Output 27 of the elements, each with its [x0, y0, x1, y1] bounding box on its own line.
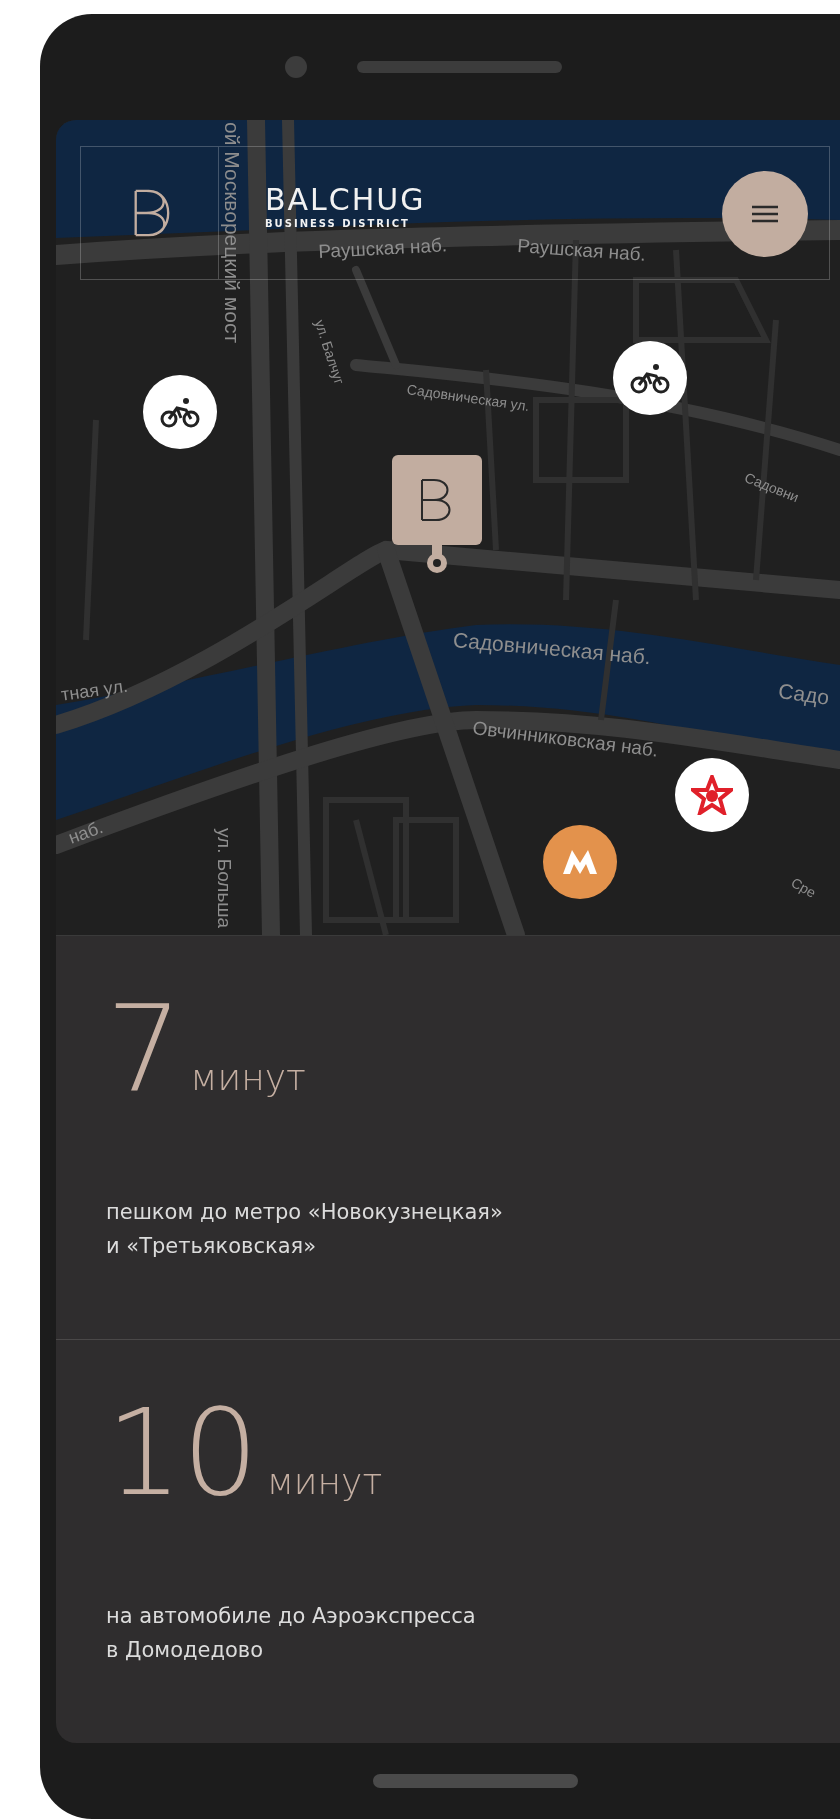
stat-unit: минут	[190, 1057, 306, 1098]
street-label: Сре	[789, 875, 819, 900]
stat-unit: минут	[266, 1461, 383, 1502]
star-icon	[691, 775, 733, 815]
street-label: тная ул.	[60, 676, 129, 704]
stat-value: 7	[106, 986, 183, 1112]
bicycle-icon	[629, 362, 671, 394]
stat-value: 10	[106, 1390, 259, 1516]
stat-description: на автомобиле до Аэроэкспресса в Домодедово	[106, 1603, 477, 1664]
menu-icon	[752, 205, 778, 223]
metro-icon	[563, 850, 597, 874]
street-label: Овчинниковская наб.	[471, 718, 660, 760]
stat-description: пешком до метро «Новокузнецкая» и «Третьяковская»	[106, 1199, 504, 1260]
street-label: ой Москворецкий мост	[222, 122, 243, 344]
bicycle-marker[interactable]	[613, 341, 687, 415]
brand-tagline: BUSINESS DISTRICT	[265, 218, 410, 230]
camera-dot	[285, 56, 307, 78]
street-label: Садо	[777, 680, 831, 708]
street-label: ул. Больша	[215, 828, 234, 929]
street-label: ул. Балчуг	[312, 318, 347, 386]
street-label: Раушская наб.	[318, 235, 448, 261]
street-label: Садовническая ул.	[406, 382, 531, 414]
bicycle-icon	[159, 396, 201, 428]
brand-name: BALCHUG	[265, 185, 426, 215]
street-label: Садовническая наб.	[452, 629, 652, 668]
street-label: Раушская наб.	[516, 236, 647, 264]
street-label: наб.	[66, 817, 106, 847]
